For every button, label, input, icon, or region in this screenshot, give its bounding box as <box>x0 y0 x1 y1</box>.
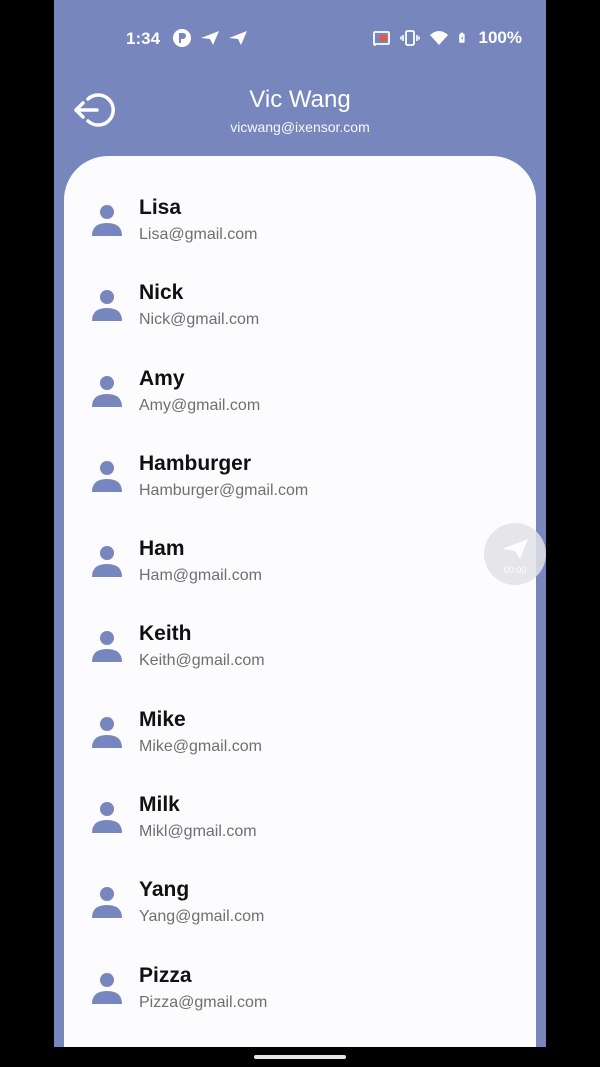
app-header: Vic Wang vicwang@ixensor.com <box>54 78 546 158</box>
contact-card: Lisa Lisa@gmail.com Nick Nick@gmail.com … <box>64 156 536 1047</box>
vibrate-icon <box>399 30 420 46</box>
person-icon <box>92 205 122 236</box>
contact-item[interactable]: Yang Yang@gmail.com <box>64 864 536 949</box>
contact-name: Lisa <box>139 196 182 219</box>
contact-name: Keith <box>139 622 192 646</box>
contact-item[interactable]: Lisa Lisa@gmail.com <box>64 182 536 267</box>
status-left-icons <box>172 28 248 48</box>
contact-item[interactable]: Mike Mike@gmail.com <box>64 694 536 779</box>
send-icon <box>229 31 247 45</box>
contact-email: Yang@gmail.com <box>139 908 265 926</box>
person-icon <box>92 546 122 578</box>
contact-list: Lisa Lisa@gmail.com Nick Nick@gmail.com … <box>64 182 536 1035</box>
person-icon <box>92 460 122 492</box>
contact-email: Ham@gmail.com <box>139 567 262 585</box>
contact-name: Yang <box>139 878 190 902</box>
app-screen: 1:34 100% Vic Wang vicwang@ixensor.com L… <box>54 0 546 1047</box>
home-indicator[interactable] <box>254 1055 346 1059</box>
user-name: Vic Wang <box>249 86 351 113</box>
person-icon <box>92 802 122 834</box>
bubble-timer: 00:00 <box>503 565 527 575</box>
wifi-icon <box>429 31 448 45</box>
contact-name: Mike <box>139 707 186 731</box>
floating-recorder-bubble[interactable]: 00:00 <box>484 523 546 585</box>
contact-name: Pizza <box>139 963 192 987</box>
contact-item[interactable]: Nick Nick@gmail.com <box>64 267 536 352</box>
contact-item[interactable]: Pizza Pizza@gmail.com <box>64 950 536 1035</box>
contact-item[interactable]: Ham Ham@gmail.com <box>64 523 536 608</box>
contact-email: Mikl@gmail.com <box>139 823 257 841</box>
contact-email: Lisa@gmail.com <box>139 226 258 243</box>
user-email: vicwang@ixensor.com <box>230 119 370 135</box>
status-bar: 1:34 100% <box>54 0 546 78</box>
contact-email: Keith@gmail.com <box>139 652 265 670</box>
person-icon <box>92 375 122 407</box>
send-icon <box>502 539 528 559</box>
contact-email: Amy@gmail.com <box>139 396 261 414</box>
person-icon <box>92 972 122 1004</box>
person-icon <box>92 887 122 919</box>
status-right-icons: 100% <box>371 28 522 48</box>
contact-email: Hamburger@gmail.com <box>139 481 309 499</box>
contact-name: Amy <box>139 366 185 390</box>
contact-item[interactable]: Keith Keith@gmail.com <box>64 608 536 693</box>
battery-icon <box>458 32 465 43</box>
contact-name: Hamburger <box>139 451 252 475</box>
cast-icon <box>372 31 390 47</box>
contact-email: Nick@gmail.com <box>139 311 260 329</box>
person-icon <box>92 631 122 663</box>
contact-email: Mike@gmail.com <box>139 737 262 755</box>
contact-email: Pizza@gmail.com <box>139 993 268 1011</box>
contact-item[interactable]: Hamburger Hamburger@gmail.com <box>64 438 536 523</box>
send-icon <box>201 31 219 45</box>
contact-name: Milk <box>139 793 180 817</box>
app-icon <box>173 29 191 47</box>
contact-name: Ham <box>139 537 185 561</box>
contact-item[interactable]: Milk Mikl@gmail.com <box>64 779 536 864</box>
person-icon <box>92 290 122 322</box>
contact-name: Nick <box>139 281 184 305</box>
battery-percent: 100% <box>478 28 522 47</box>
contact-item[interactable]: Amy Amy@gmail.com <box>64 353 536 438</box>
status-time: 1:34 <box>126 29 161 48</box>
person-icon <box>92 716 122 748</box>
